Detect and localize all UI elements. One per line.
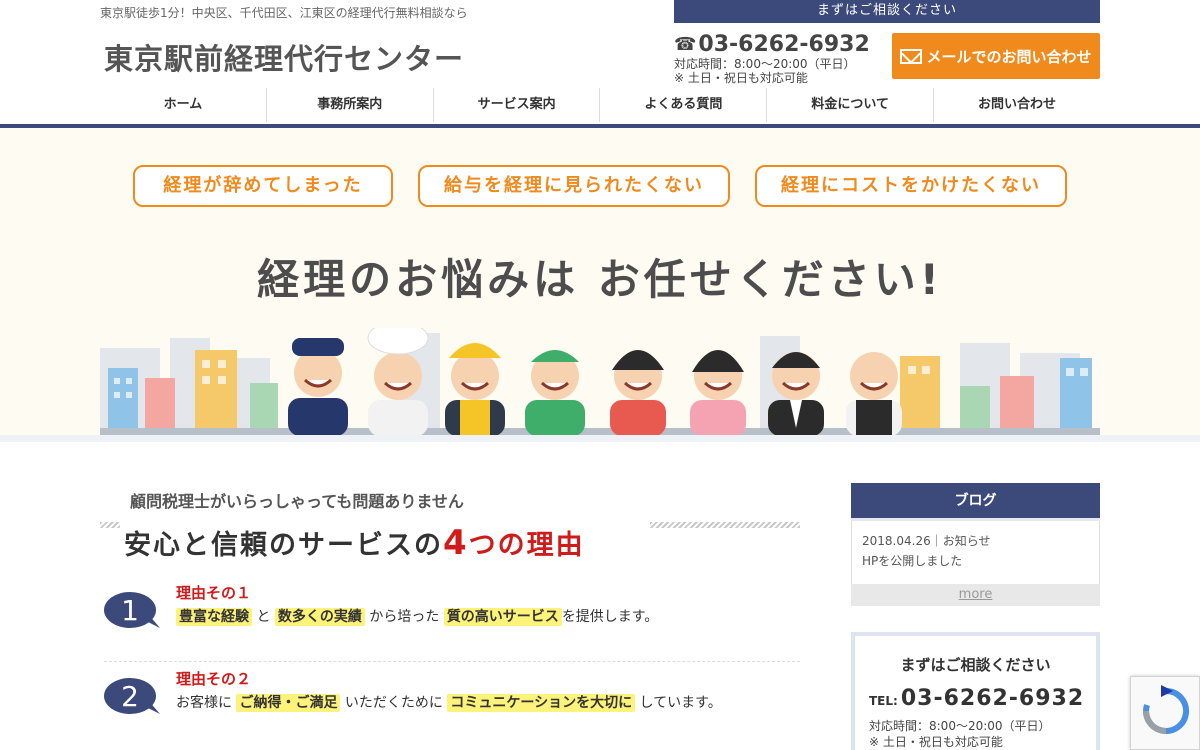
sidebar-hours: 対応時間：8:00〜20:00（平日） ※ 土日・祝日も対応可能 (869, 718, 1051, 750)
reason-item: 2 理由その２ お客様に ご納得・ご満足 いただくために コミュニケーションを大… (104, 668, 800, 748)
sidebar-hours-note: ※ 土日・祝日も対応可能 (869, 735, 1003, 749)
person-police (288, 338, 348, 436)
recaptcha-badge[interactable] (1130, 676, 1200, 750)
reason-label: 理由その１ (176, 584, 252, 602)
phone-icon: ☎ (674, 34, 697, 55)
person-operator (610, 350, 666, 436)
sidebar-hours-line: 対応時間：8:00〜20:00（平日） (869, 719, 1051, 733)
nav-item-home[interactable]: ホーム (100, 88, 267, 122)
nav-item-pricing[interactable]: 料金について (767, 88, 935, 122)
global-nav: ホーム 事務所案内 サービス案内 よくある質問 料金について お問い合わせ (100, 88, 1100, 122)
header-phone-block: ☎ 03-6262-6932 対応時間：8:00〜20:00（平日） ※ 土日・… (674, 32, 870, 85)
reason-item: 1 理由その１ 豊富な経験 と 数多くの実績 から培った 質の高いサービス を提供… (104, 582, 800, 662)
sidebar-consult-title: まずはご相談ください (900, 656, 1051, 674)
sidebar-blog-post[interactable]: 2018.04.26｜お知らせ HPを公開しました (851, 521, 1100, 584)
sidebar-phone-number: 03-6262-6932 (900, 686, 1085, 711)
reason-text: お客様に ご納得・ご満足 いただくために コミュニケーションを大切に しています… (176, 694, 722, 712)
hero-worry-pill: 経理が辞めてしまった (133, 165, 393, 207)
reasons-heading-pre: 安心と信頼のサービスの (124, 530, 443, 561)
header-phone[interactable]: ☎ 03-6262-6932 (674, 32, 870, 57)
sidebar-consult-box: まずはご相談ください TEL: 03-6262-6932 対応時間：8:00〜2… (851, 632, 1100, 750)
header-hours-note: ※ 土日・祝日も対応可能 (674, 71, 808, 85)
tel-prefix: TEL: (869, 694, 898, 708)
person-nurse (690, 350, 746, 436)
nav-item-contact[interactable]: お問い合わせ (934, 88, 1100, 122)
recaptcha-icon (1143, 685, 1190, 734)
reasons-heading-text: 安心と信頼のサービスの4つの理由 (124, 523, 585, 563)
reasons-lead: 顧問税理士がいらっしゃっても問題ありません (130, 492, 464, 511)
hero-bottom-band (0, 435, 1200, 442)
mail-contact-button[interactable]: メールでのお問い合わせ (892, 33, 1100, 79)
hero-banner: 経理が辞めてしまった 給与を経理に見られたくない 経理にコストをかけたくない 経… (0, 128, 1200, 442)
nav-item-services[interactable]: サービス案内 (434, 88, 601, 122)
nav-item-faq[interactable]: よくある質問 (600, 88, 768, 122)
consult-banner: まずはご相談ください (674, 0, 1100, 23)
reasons-heading-post: つの理由 (468, 530, 585, 561)
hero-worry-pill: 経理にコストをかけたくない (755, 165, 1067, 207)
svg-text:1: 1 (121, 594, 139, 627)
mail-icon (900, 48, 923, 64)
number-bubble-icon: 1 (104, 592, 160, 628)
reasons-heading-number: 4 (443, 523, 469, 563)
heading-stripe-left (100, 522, 120, 528)
reason-label: 理由その２ (176, 670, 252, 688)
blog-post-title[interactable]: HPを公開しました (862, 551, 1089, 571)
person-chef (367, 328, 429, 436)
heading-stripe-right (650, 522, 800, 528)
nav-item-office[interactable]: 事務所案内 (267, 88, 434, 122)
person-builder (445, 343, 505, 436)
site-logo[interactable]: 東京駅前経理代行センター (104, 36, 464, 78)
reason-text: 豊富な経験 と 数多くの実績 から培った 質の高いサービス を提供します。 (176, 606, 658, 626)
header-phone-number: 03-6262-6932 (698, 32, 870, 57)
person-elder (846, 352, 902, 436)
number-bubble-icon: 2 (104, 678, 160, 714)
sidebar-phone[interactable]: TEL: 03-6262-6932 (869, 686, 1084, 711)
reasons-heading: 安心と信頼のサービスの4つの理由 (100, 515, 800, 565)
hero-illustration (100, 328, 1100, 436)
hero-title: 経理のお悩みは お任せください! (257, 255, 943, 304)
person-doctor (525, 350, 585, 436)
site-tagline: 東京駅徒歩1分！中央区、千代田区、江東区の経理代行無料相談なら (100, 6, 468, 20)
blog-post-meta: 2018.04.26｜お知らせ (862, 534, 991, 548)
header-hours: 対応時間：8:00〜20:00（平日） (674, 57, 856, 71)
blog-more-link[interactable]: more (851, 584, 1100, 606)
sidebar-blog-heading: ブログ (851, 483, 1100, 521)
mail-contact-label: メールでのお問い合わせ (926, 47, 1092, 66)
reason-divider (104, 661, 800, 662)
svg-text:2: 2 (121, 680, 139, 713)
hero-worry-pill: 給与を経理に見られたくない (418, 165, 730, 207)
